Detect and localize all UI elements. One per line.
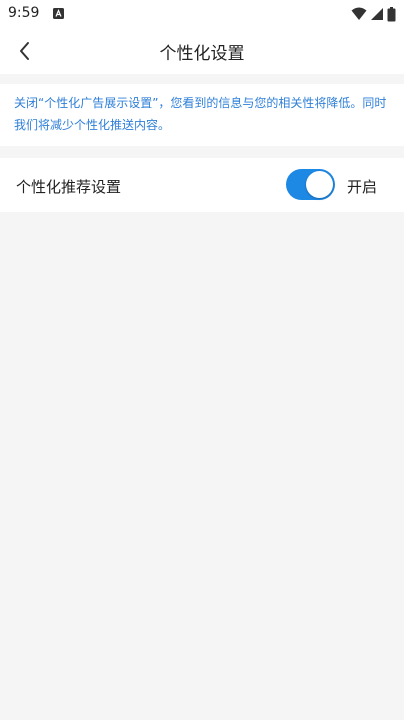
notice-text: 关闭“个性化广告展示设置”，您看到的信息与您的相关性将降低。同时我们将减少个性化… — [14, 96, 387, 132]
status-bar: 9:59 — [0, 0, 404, 28]
empty-content-area — [0, 212, 404, 720]
page-title: 个性化设置 — [159, 44, 245, 64]
toggle-knob — [306, 171, 333, 198]
status-time: 9:59 — [8, 5, 40, 21]
battery-icon — [387, 6, 396, 21]
status-icons — [351, 6, 396, 22]
wifi-icon — [351, 7, 367, 20]
personalized-recommendation-toggle[interactable] — [286, 169, 335, 200]
signal-icon — [371, 8, 383, 20]
personalized-recommendation-row: 个性化推荐设置 开启 — [0, 158, 404, 212]
notification-a-icon — [53, 8, 64, 19]
personalized-recommendation-label: 个性化推荐设置 — [16, 178, 122, 196]
nav-bar: 个性化设置 — [0, 28, 404, 74]
toggle-state-label: 开启 — [347, 178, 378, 196]
notice-panel: 关闭“个性化广告展示设置”，您看到的信息与您的相关性将降低。同时我们将减少个性化… — [0, 84, 404, 146]
